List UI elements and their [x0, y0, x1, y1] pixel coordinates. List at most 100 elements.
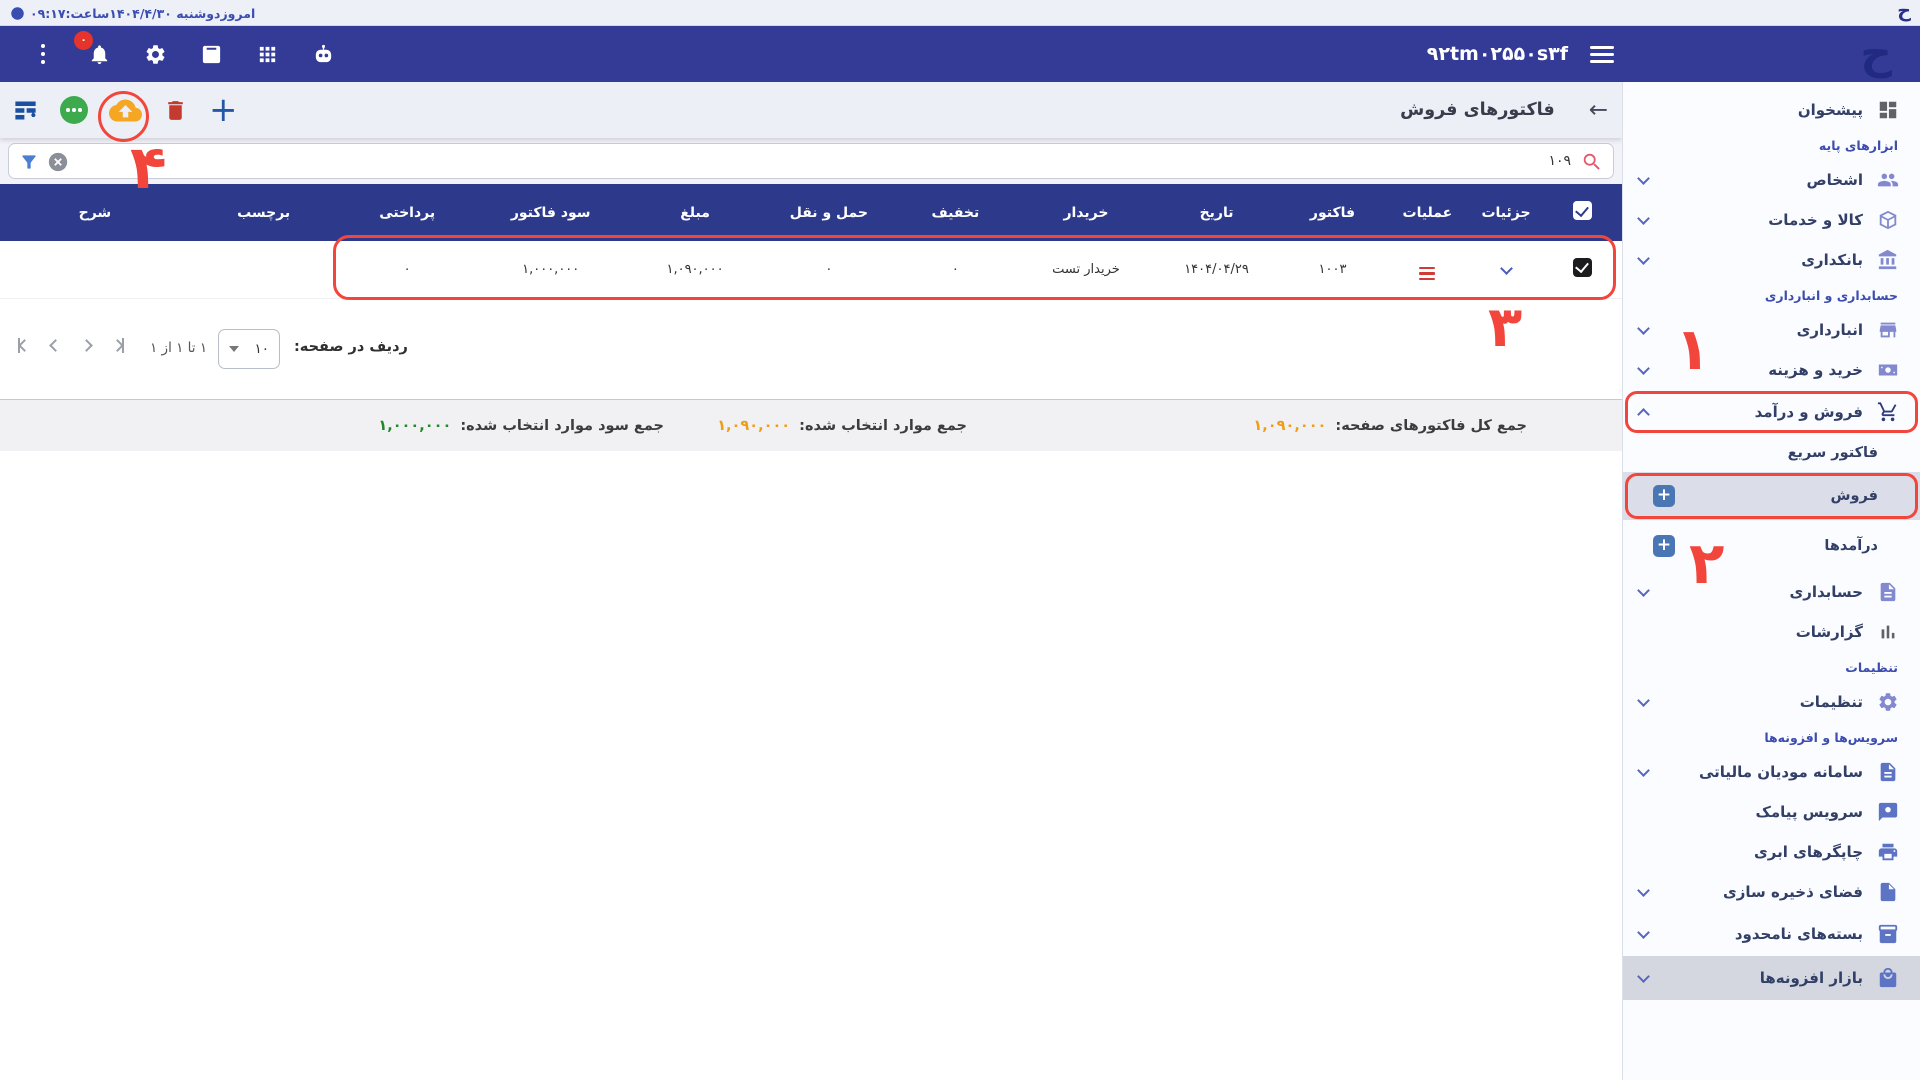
sidebar-item-storage[interactable]: فضای ذخیره سازی — [1623, 872, 1920, 912]
sidebar-toggle-hamburger-icon[interactable] — [1590, 46, 1614, 63]
apps-grid-icon[interactable] — [252, 39, 282, 69]
sidebar-item-banking[interactable]: بانکداری — [1623, 240, 1920, 280]
settings-gear-icon[interactable] — [140, 39, 170, 69]
sidebar-item-purchase-expense[interactable]: خرید و هزینه — [1623, 350, 1920, 390]
brand-logo-small: ح — [1897, 0, 1911, 22]
quick-add-sales-button[interactable]: + — [1653, 485, 1675, 507]
row-details-chevron-icon[interactable] — [1500, 262, 1513, 275]
sidebar-item-goods-services[interactable]: کالا و خدمات — [1623, 200, 1920, 240]
gear-icon — [1876, 690, 1900, 714]
cell-description — [0, 241, 190, 298]
chevron-down-icon — [1637, 764, 1650, 777]
add-invoice-button[interactable]: + — [209, 95, 238, 125]
main-content: + ← فاکتورهای فروش جزئیاتعملیاتفاکتورتار… — [0, 82, 1622, 1080]
sidebar: پیشخوانابزارهای پایهاشخاص کالا و خدمات بان… — [1622, 82, 1920, 1080]
calculator-icon[interactable] — [196, 39, 226, 69]
sidebar-item-sms-service[interactable]: سرویس پیامک — [1623, 792, 1920, 832]
cell-amount: ۱,۰۹۰,۰۰۰ — [625, 241, 766, 298]
page-title: فاکتورهای فروش — [1400, 100, 1555, 120]
sidebar-item-unlimited-packages[interactable]: بسته‌های نامحدود — [1623, 912, 1920, 956]
search-box — [8, 143, 1614, 179]
sidebar-item-tax-system[interactable]: سامانه مودیان مالیاتی — [1623, 752, 1920, 792]
sidebar-item-label: حسابداری — [1789, 583, 1863, 601]
sidebar-item-cloud-printers[interactable]: چاپگرهای ابری — [1623, 832, 1920, 872]
box-icon — [1876, 208, 1900, 232]
search-input[interactable] — [9, 144, 1613, 178]
row-operations-menu-icon[interactable] — [1419, 267, 1435, 281]
delete-trash-icon[interactable] — [163, 98, 188, 123]
clear-search-icon[interactable] — [47, 151, 69, 173]
bag-icon — [1876, 966, 1900, 990]
sidebar-item-settings[interactable]: تنظیمات — [1623, 682, 1920, 722]
sidebar-item-sales-income[interactable]: فروش و درآمد — [1623, 390, 1920, 434]
sidebar-item-label: گزارشات — [1796, 623, 1863, 641]
sidebar-subitem-sales[interactable]: فروش+ — [1623, 472, 1920, 520]
chevron-down-icon — [1637, 172, 1650, 185]
notifications-bell-icon[interactable]: ۰ — [84, 39, 114, 69]
sidebar-item-label: سامانه مودیان مالیاتی — [1699, 763, 1863, 781]
store-icon — [1876, 318, 1900, 342]
cell-date: ۱۴۰۴/۰۴/۲۹ — [1153, 241, 1280, 298]
column-header-shipping: حمل و نقل — [766, 184, 893, 241]
rows-per-page-select[interactable]: ۱۰ — [218, 329, 280, 369]
sidebar-item-reports[interactable]: گزارشات — [1623, 612, 1920, 652]
sidebar-item-persons[interactable]: اشخاص — [1623, 160, 1920, 200]
column-header-discount: تخفیف — [892, 184, 1019, 241]
bank-icon — [1876, 248, 1900, 272]
quick-add-incomes-button[interactable]: + — [1653, 535, 1675, 557]
row-checkbox[interactable] — [1573, 258, 1592, 277]
sidebar-section-accounting-warehousing: حسابداری و انبارداری — [1623, 280, 1920, 310]
sidebar-section-basic-tools: ابزارهای پایه — [1623, 130, 1920, 160]
dashboard-icon — [1876, 98, 1900, 122]
sidebar-item-dashboard[interactable]: پیشخوان — [1623, 90, 1920, 130]
chevron-down-icon — [1637, 926, 1650, 939]
package-icon — [1876, 922, 1900, 946]
sidebar-item-label: بازار افزونه‌ها — [1760, 969, 1863, 987]
sidebar-item-warehousing[interactable]: انبارداری — [1623, 310, 1920, 350]
summary-label: جمع موارد انتخاب شده: — [799, 418, 967, 434]
doc-icon — [1876, 580, 1900, 604]
totals-bar: جمع کل فاکتورهای صفحه:۱,۰۹۰,۰۰۰جمع موارد… — [0, 399, 1622, 451]
cell-buyer[interactable]: خریدار تست — [1019, 241, 1154, 298]
filter-funnel-icon[interactable] — [19, 152, 39, 172]
table-row: ۱۰۰۳۱۴۰۴/۰۴/۲۹خریدار تست۰۰۱,۰۹۰,۰۰۰۱,۰۰۰… — [0, 241, 1622, 298]
sidebar-item-label: بسته‌های نامحدود — [1735, 925, 1863, 943]
back-arrow-icon[interactable]: ← — [1589, 97, 1608, 123]
sidebar-subitem-incomes[interactable]: درآمدها + — [1623, 520, 1920, 572]
previous-page-icon[interactable] — [51, 338, 60, 354]
sidebar-item-label: سرویس پیامک — [1756, 803, 1864, 821]
first-page-icon[interactable] — [18, 338, 29, 354]
sidebar-item-label: کالا و خدمات — [1768, 211, 1863, 229]
table-settings-icon[interactable] — [12, 97, 39, 124]
summary-selected-total: جمع موارد انتخاب شده:۱,۰۹۰,۰۰۰ — [717, 400, 967, 452]
cloud-upload-icon[interactable] — [109, 94, 142, 127]
next-page-icon[interactable] — [82, 338, 91, 354]
search-magnifier-icon[interactable] — [1581, 151, 1603, 173]
chevron-down-icon — [229, 346, 239, 352]
chevron-down-icon — [1637, 322, 1650, 335]
chevron-down-icon — [1637, 252, 1650, 265]
column-header-paid: پرداختی — [337, 184, 476, 241]
cell-tag — [190, 241, 338, 298]
more-options-icon[interactable] — [60, 96, 88, 124]
money-icon — [1876, 358, 1900, 382]
sidebar-item-addons-market[interactable]: بازار افزونه‌ها — [1623, 956, 1920, 1000]
rows-per-page-value: ۱۰ — [254, 341, 269, 357]
summary-value: ۱,۰۰۰,۰۰۰ — [378, 418, 451, 434]
date-text: امروزدوشنبه ۱۴۰۴/۴/۳۰ساعت:۰۹:۱۷ — [30, 6, 255, 21]
chevron-down-icon — [1637, 212, 1650, 225]
sidebar-subitem-label: درآمدها — [1824, 538, 1878, 554]
pagination-bar: ۱ تا ۱ از ۱ ۱۰ ردیف در صفحه: — [0, 325, 1622, 373]
kebab-menu-icon[interactable] — [28, 39, 58, 69]
sidebar-subitem-quick-invoice[interactable]: فاکتور سریع — [1623, 434, 1920, 472]
column-header-invoice: فاکتور — [1280, 184, 1385, 241]
date-cluster: امروزدوشنبه ۱۴۰۴/۴/۳۰ساعت:۰۹:۱۷ — [10, 3, 255, 23]
select-all-checkbox[interactable] — [1573, 201, 1592, 220]
assistant-robot-icon[interactable] — [308, 39, 338, 69]
sidebar-subitem-label: فاکتور سریع — [1788, 445, 1878, 461]
sidebar-section-settings-group: تنظیمات — [1623, 652, 1920, 682]
sidebar-item-accounting[interactable]: حسابداری — [1623, 572, 1920, 612]
cell-invoice-number[interactable]: ۱۰۰۳ — [1280, 241, 1385, 298]
sidebar-item-label: فضای ذخیره سازی — [1723, 883, 1863, 901]
last-page-icon[interactable] — [113, 338, 124, 354]
